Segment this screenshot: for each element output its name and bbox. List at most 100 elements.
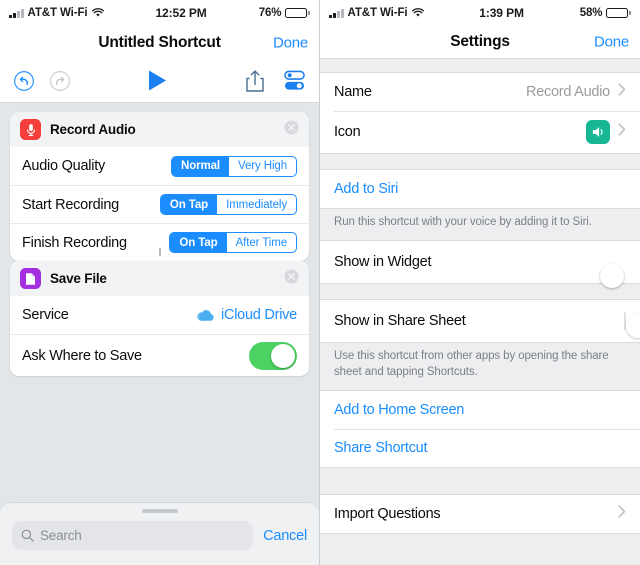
- section-widget: Show in Widget: [320, 240, 640, 289]
- card-title: Record Audio: [50, 122, 136, 137]
- status-right: 76%: [259, 7, 310, 19]
- row-icon[interactable]: Icon: [320, 111, 640, 153]
- action-card-record-audio[interactable]: Record Audio Audio Quality Normal Very H…: [10, 112, 309, 261]
- action-card-save-file[interactable]: Save File Service iCloud Drive Ask Where…: [10, 261, 309, 376]
- row-name[interactable]: Name Record Audio: [320, 73, 640, 111]
- segmented-control-finish-recording[interactable]: On Tap After Time: [169, 232, 297, 253]
- status-right: 58%: [580, 7, 631, 19]
- close-icon[interactable]: [284, 269, 299, 289]
- row-control: iCloud Drive: [196, 307, 297, 323]
- section-actions: Add to Home Screen Share Shortcut: [320, 389, 640, 468]
- row-label: Finish Recording: [22, 234, 127, 251]
- search-bar: Search Cancel: [0, 513, 319, 550]
- done-button[interactable]: Done: [594, 34, 629, 51]
- section-siri: Add to Siri: [320, 169, 640, 209]
- section-name-icon: Name Record Audio Icon: [320, 72, 640, 154]
- clock-label: 1:39 PM: [479, 6, 524, 20]
- segment-option-0[interactable]: On Tap: [160, 195, 218, 214]
- cancel-button[interactable]: Cancel: [263, 528, 307, 544]
- carrier-label: AT&T Wi-Fi: [27, 7, 88, 19]
- redo-icon: [49, 70, 71, 92]
- right-nav-bar: Settings Done: [320, 26, 640, 59]
- add-to-siri-button[interactable]: Add to Siri: [334, 181, 398, 197]
- row-control: [249, 341, 297, 370]
- siri-footnote: Run this shortcut with your voice by add…: [320, 209, 640, 241]
- row-ask-where-to-save[interactable]: Ask Where to Save: [10, 334, 309, 376]
- row-label: Icon: [334, 124, 361, 140]
- row-service[interactable]: Service iCloud Drive: [10, 296, 309, 334]
- section-import-questions: Import Questions: [320, 493, 640, 534]
- left-panel-shortcut-editor: AT&T Wi-Fi 12:52 PM 76% Untitled Shortcu…: [0, 0, 319, 565]
- right-status-bar: AT&T Wi-Fi 1:39 PM 58%: [320, 0, 640, 26]
- row-audio-quality[interactable]: Audio Quality Normal Very High: [10, 147, 309, 185]
- section-gap: [320, 467, 640, 494]
- close-icon[interactable]: [284, 120, 299, 140]
- segment-option-1[interactable]: After Time: [227, 233, 296, 252]
- name-value: Record Audio: [525, 84, 610, 100]
- undo-icon[interactable]: [13, 70, 35, 92]
- row-label: Service: [22, 307, 69, 323]
- row-start-recording[interactable]: Start Recording On Tap Immediately: [10, 185, 309, 223]
- carrier-label: AT&T Wi-Fi: [347, 7, 408, 19]
- section-share-sheet: Show in Share Sheet: [320, 299, 640, 344]
- row-label: Show in Widget: [334, 254, 432, 271]
- battery-percent-label: 58%: [579, 7, 603, 19]
- add-to-home-screen-button[interactable]: Add to Home Screen: [334, 402, 464, 418]
- search-icon: [21, 529, 34, 542]
- left-status-bar: AT&T Wi-Fi 12:52 PM 76%: [0, 0, 319, 26]
- search-input[interactable]: Search: [12, 521, 254, 550]
- toggle-ask-where-to-save[interactable]: [249, 341, 297, 370]
- play-icon[interactable]: [147, 69, 168, 92]
- icloud-icon: [197, 309, 214, 321]
- row-control: [586, 120, 610, 144]
- status-left: AT&T Wi-Fi: [329, 7, 424, 19]
- row-label: Start Recording: [22, 196, 119, 213]
- signal-bars-icon: [9, 8, 24, 18]
- row-add-to-siri[interactable]: Add to Siri: [320, 170, 640, 208]
- share-icon[interactable]: [245, 69, 265, 93]
- left-nav-bar: Untitled Shortcut Done: [0, 26, 319, 59]
- document-icon: [20, 268, 41, 289]
- row-control: On Tap Immediately: [159, 194, 297, 215]
- row-label: Audio Quality: [22, 158, 105, 174]
- done-button[interactable]: Done: [273, 34, 308, 51]
- row-label: Ask Where to Save: [22, 347, 142, 364]
- shortcut-title: Untitled Shortcut: [98, 33, 221, 51]
- row-control: Normal Very High: [171, 155, 297, 177]
- status-left: AT&T Wi-Fi: [9, 7, 104, 19]
- segment-option-0[interactable]: Normal: [172, 156, 230, 176]
- row-share-shortcut[interactable]: Share Shortcut: [320, 428, 640, 467]
- card-header: Record Audio: [10, 112, 309, 147]
- segmented-control-start-recording[interactable]: On Tap Immediately: [159, 194, 297, 215]
- share-sheet-footnote: Use this shortcut from other apps by ope…: [320, 343, 640, 390]
- action-cards: Record Audio Audio Quality Normal Very H…: [0, 103, 319, 376]
- row-show-in-widget[interactable]: Show in Widget: [320, 241, 640, 289]
- row-label: Show in Share Sheet: [334, 313, 466, 330]
- chevron-right-icon: [618, 83, 626, 101]
- card-connector: [158, 248, 161, 256]
- right-panel-settings: AT&T Wi-Fi 1:39 PM 58% Settings Done Nam…: [319, 0, 640, 565]
- row-label: Import Questions: [334, 505, 441, 522]
- row-import-questions[interactable]: Import Questions: [320, 494, 640, 533]
- service-value: iCloud Drive: [221, 307, 297, 323]
- row-show-in-share-sheet[interactable]: Show in Share Sheet: [320, 300, 640, 343]
- wifi-icon: [411, 8, 424, 17]
- toggle-show-in-share-sheet[interactable]: [624, 312, 640, 339]
- battery-icon: [285, 7, 310, 19]
- battery-percent-label: 76%: [258, 7, 282, 19]
- card-header: Save File: [10, 261, 309, 296]
- row-add-to-home-screen[interactable]: Add to Home Screen: [320, 390, 640, 429]
- segment-option-1[interactable]: Very High: [229, 157, 296, 176]
- row-control: On Tap After Time: [169, 232, 297, 253]
- segment-option-0[interactable]: On Tap: [170, 233, 227, 252]
- segment-option-1[interactable]: Immediately: [217, 195, 296, 214]
- card-title: Save File: [50, 271, 107, 286]
- signal-bars-icon: [329, 8, 344, 18]
- share-shortcut-button[interactable]: Share Shortcut: [334, 440, 427, 456]
- settings-toggles-icon[interactable]: [283, 70, 306, 91]
- row-label: Name: [334, 84, 372, 100]
- segmented-control-audio-quality[interactable]: Normal Very High: [171, 155, 297, 177]
- speaker-icon[interactable]: [586, 120, 610, 144]
- editor-toolbar: [0, 59, 319, 103]
- section-gap: [320, 284, 640, 300]
